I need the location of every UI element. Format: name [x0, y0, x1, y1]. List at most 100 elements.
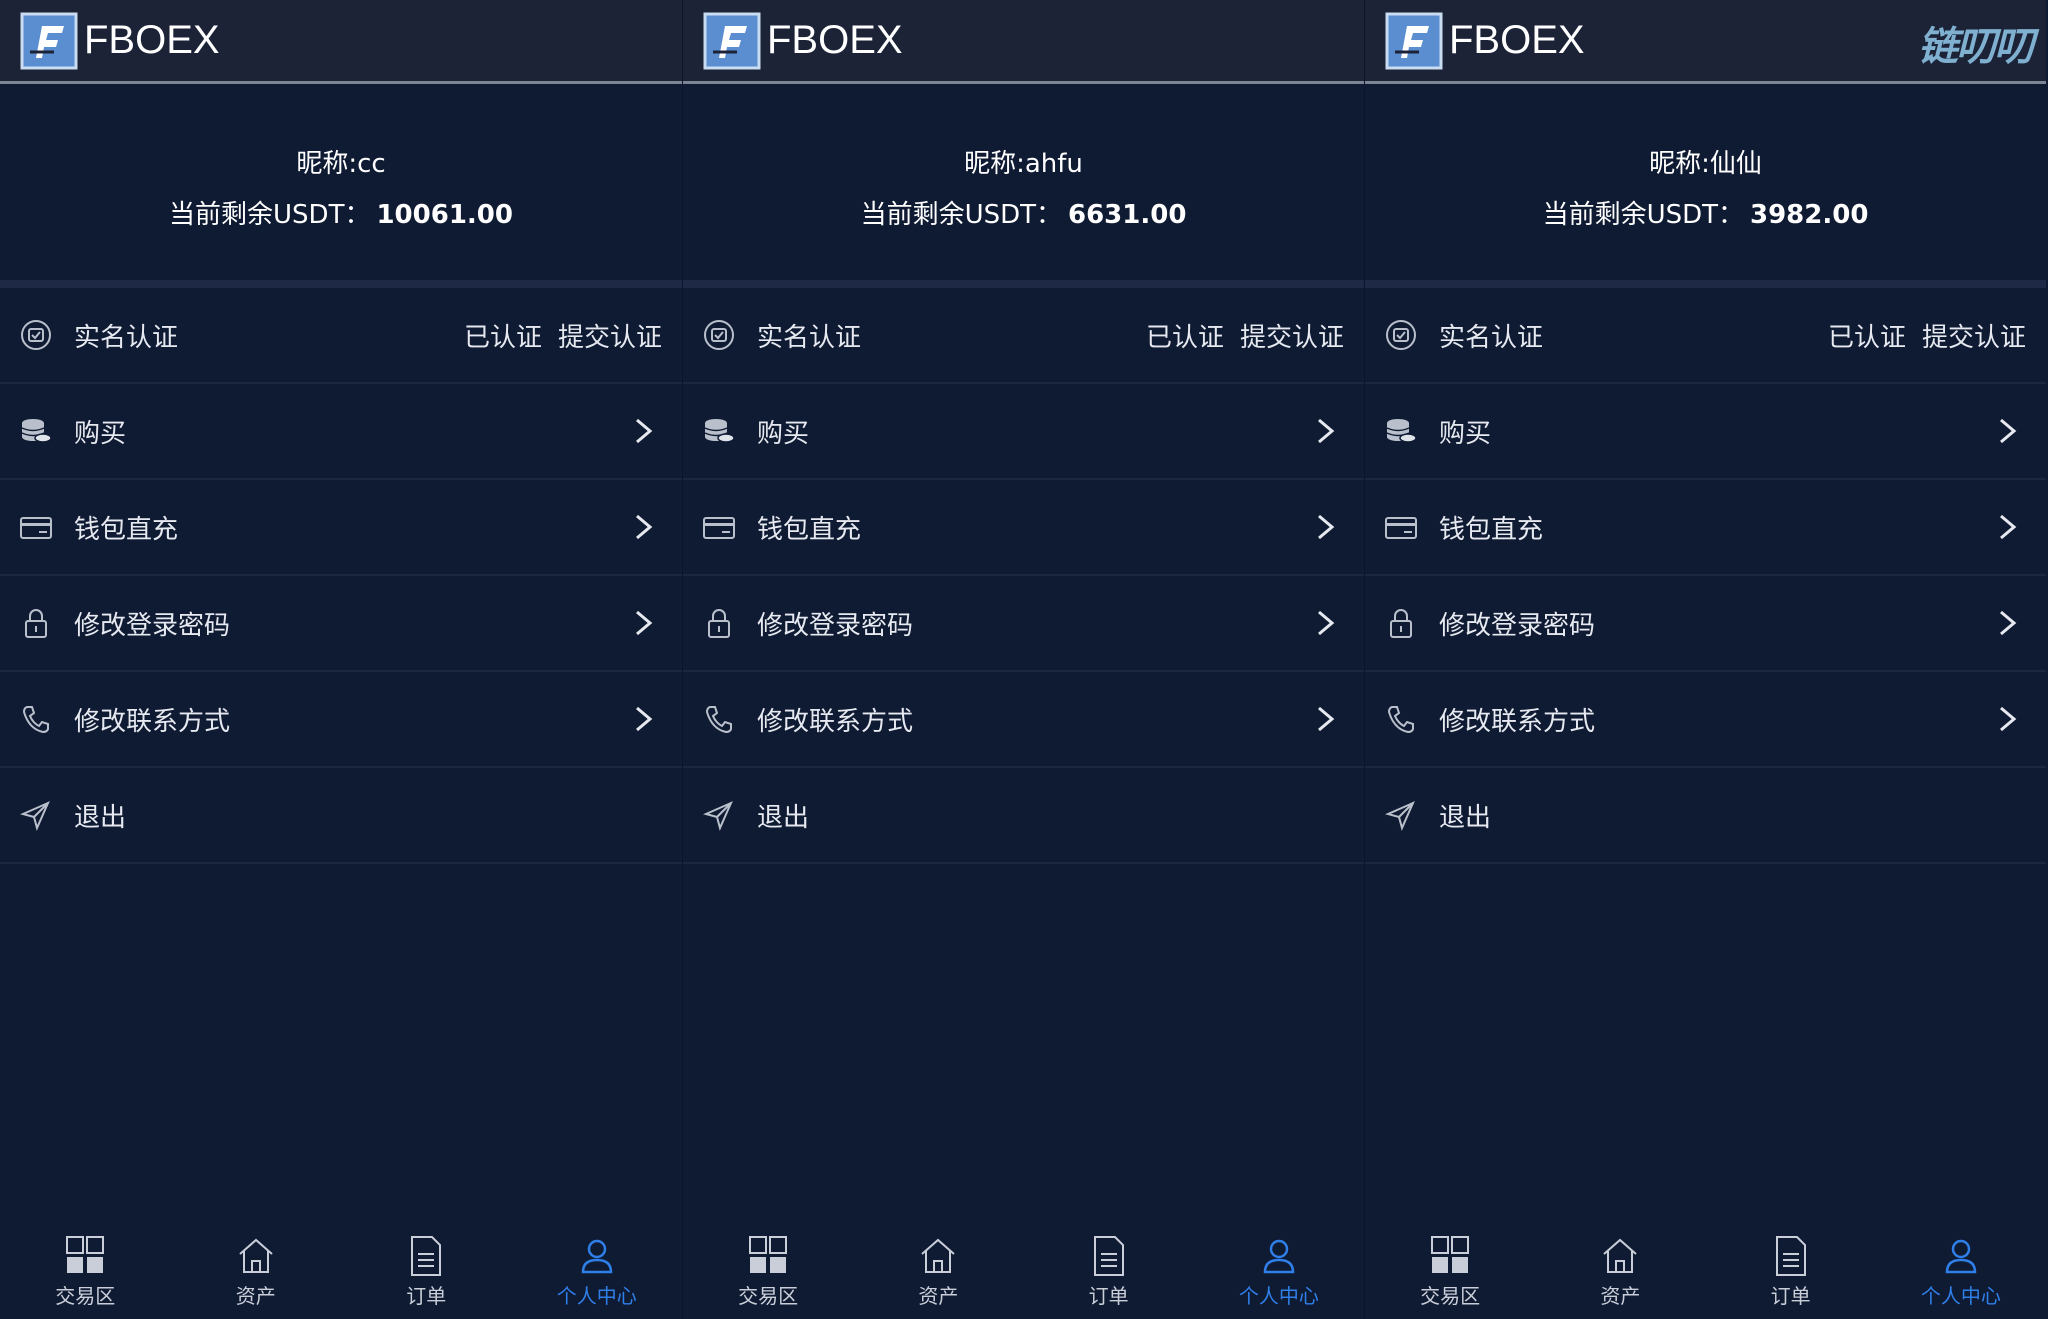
chevron-right-icon	[636, 706, 653, 732]
balance-value: 3982.00	[1750, 200, 1869, 230]
tab-trade[interactable]: 交易区	[708, 1234, 828, 1309]
send-icon	[18, 797, 54, 833]
grid-icon	[1431, 1236, 1470, 1273]
menu-label: 购买	[1439, 418, 1492, 449]
user-icon	[581, 1239, 613, 1274]
tab-orders[interactable]: 订单	[1049, 1234, 1169, 1309]
app-header: FBOEX 链叨叨	[1365, 0, 2046, 84]
id-card-icon	[701, 317, 737, 353]
tab-label: 订单	[1770, 1284, 1811, 1308]
tab-profile[interactable]: 个人中心	[537, 1234, 657, 1309]
tab-orders[interactable]: 订单	[366, 1234, 486, 1309]
home-icon	[921, 1238, 956, 1273]
profile-summary: 昵称:cc 当前剩余USDT： 10061.00	[0, 84, 682, 280]
menu-item-change-contact[interactable]: 修改联系方式	[683, 672, 1364, 768]
tab-profile[interactable]: 个人中心	[1901, 1234, 2021, 1309]
tab-label: 资产	[1600, 1284, 1641, 1308]
menu-item-logout[interactable]: 退出	[0, 768, 682, 864]
chevron-right-icon	[2000, 610, 2017, 636]
menu-item-buy[interactable]: 购买	[0, 384, 682, 480]
tab-label: 资产	[235, 1284, 276, 1308]
card-icon	[701, 509, 737, 545]
menu-item-logout[interactable]: 退出	[1365, 768, 2046, 864]
tab-assets[interactable]: 资产	[878, 1234, 998, 1309]
submit-verification-link[interactable]: 提交认证	[1922, 323, 2026, 353]
menu-label: 购买	[757, 418, 810, 449]
coins-icon	[701, 413, 737, 449]
menu-label: 退出	[1439, 802, 1492, 833]
chevron-right-icon	[636, 610, 653, 636]
submit-verification-link[interactable]: 提交认证	[1240, 323, 1344, 353]
menu-label: 钱包直充	[1439, 514, 1544, 545]
watermark: 链叨叨	[1918, 24, 2034, 70]
tab-label: 交易区	[55, 1284, 116, 1308]
nickname: 昵称:ahfu	[964, 149, 1083, 179]
tab-trade[interactable]: 交易区	[1390, 1234, 1510, 1309]
tab-profile[interactable]: 个人中心	[1219, 1234, 1339, 1309]
menu-label: 实名认证	[1439, 322, 1544, 353]
menu-item-logout[interactable]: 退出	[683, 768, 1364, 864]
menu-label: 钱包直充	[74, 514, 179, 545]
document-icon	[1093, 1236, 1124, 1276]
coins-icon	[18, 413, 54, 449]
id-card-icon	[1383, 317, 1419, 353]
submit-verification-link[interactable]: 提交认证	[558, 323, 662, 353]
menu-item-change-password[interactable]: 修改登录密码	[1365, 576, 2046, 672]
tab-label: 订单	[1088, 1284, 1129, 1308]
menu-label: 修改登录密码	[74, 610, 231, 641]
tab-label: 个人中心	[556, 1284, 637, 1308]
bottom-tab-bar: 交易区 资产 订单 个人中心	[0, 1221, 682, 1319]
fboex-logo-icon	[703, 12, 761, 69]
menu-item-change-contact[interactable]: 修改联系方式	[1365, 672, 2046, 768]
tab-label: 交易区	[738, 1284, 799, 1308]
phone-screen-1: FBOEX 昵称:cc 当前剩余USDT： 10061.00 实名认证 已认证 提交…	[0, 0, 682, 1319]
balance-line: 当前剩余USDT： 3982.00	[1543, 194, 1869, 231]
nickname: 昵称:cc	[296, 149, 386, 179]
card-icon	[1383, 509, 1419, 545]
tab-trade[interactable]: 交易区	[25, 1234, 145, 1309]
document-icon	[1775, 1236, 1806, 1276]
menu-item-change-password[interactable]: 修改登录密码	[683, 576, 1364, 672]
verified-status: 已认证	[463, 322, 542, 353]
card-icon	[18, 509, 54, 545]
verification-actions: 已认证 提交认证	[1828, 317, 2026, 354]
send-icon	[701, 797, 737, 833]
tab-assets[interactable]: 资产	[1560, 1234, 1680, 1309]
section-divider	[1365, 280, 2046, 288]
chevron-right-icon	[636, 514, 653, 540]
chevron-right-icon	[1318, 706, 1335, 732]
grid-icon	[749, 1236, 788, 1273]
user-icon	[1263, 1239, 1295, 1274]
tab-label: 资产	[918, 1284, 959, 1308]
balance-label: 当前剩余USDT：	[1542, 200, 1744, 230]
nickname: 昵称:仙仙	[1649, 149, 1762, 179]
menu-item-change-contact[interactable]: 修改联系方式	[0, 672, 682, 768]
menu-item-change-password[interactable]: 修改登录密码	[0, 576, 682, 672]
tab-orders[interactable]: 订单	[1731, 1234, 1851, 1309]
menu-label: 实名认证	[757, 322, 862, 353]
chevron-right-icon	[2000, 706, 2017, 732]
tab-label: 个人中心	[1920, 1284, 2001, 1308]
screenshot-collage: FBOEX 昵称:cc 当前剩余USDT： 10061.00 实名认证 已认证 提交…	[0, 0, 2048, 1319]
chevron-right-icon	[2000, 514, 2017, 540]
tab-assets[interactable]: 资产	[196, 1234, 316, 1309]
id-card-icon	[18, 317, 54, 353]
balance-label: 当前剩余USDT：	[169, 200, 371, 230]
phone-icon	[701, 701, 737, 737]
menu-item-wallet-topup[interactable]: 钱包直充	[1365, 480, 2046, 576]
menu-label: 修改登录密码	[757, 610, 914, 641]
chevron-right-icon	[1318, 610, 1335, 636]
fboex-logo-icon	[1385, 12, 1443, 69]
send-icon	[1383, 797, 1419, 833]
menu-item-wallet-topup[interactable]: 钱包直充	[683, 480, 1364, 576]
verification-actions: 已认证 提交认证	[1146, 317, 1344, 354]
menu-label: 购买	[74, 418, 127, 449]
menu-label: 修改登录密码	[1439, 610, 1596, 641]
menu-item-wallet-topup[interactable]: 钱包直充	[0, 480, 682, 576]
app-header: FBOEX	[683, 0, 1364, 84]
balance-line: 当前剩余USDT： 10061.00	[169, 194, 513, 231]
menu-label: 修改联系方式	[1439, 706, 1596, 737]
menu-item-buy[interactable]: 购买	[1365, 384, 2046, 480]
menu-item-buy[interactable]: 购买	[683, 384, 1364, 480]
home-icon	[1603, 1238, 1638, 1273]
